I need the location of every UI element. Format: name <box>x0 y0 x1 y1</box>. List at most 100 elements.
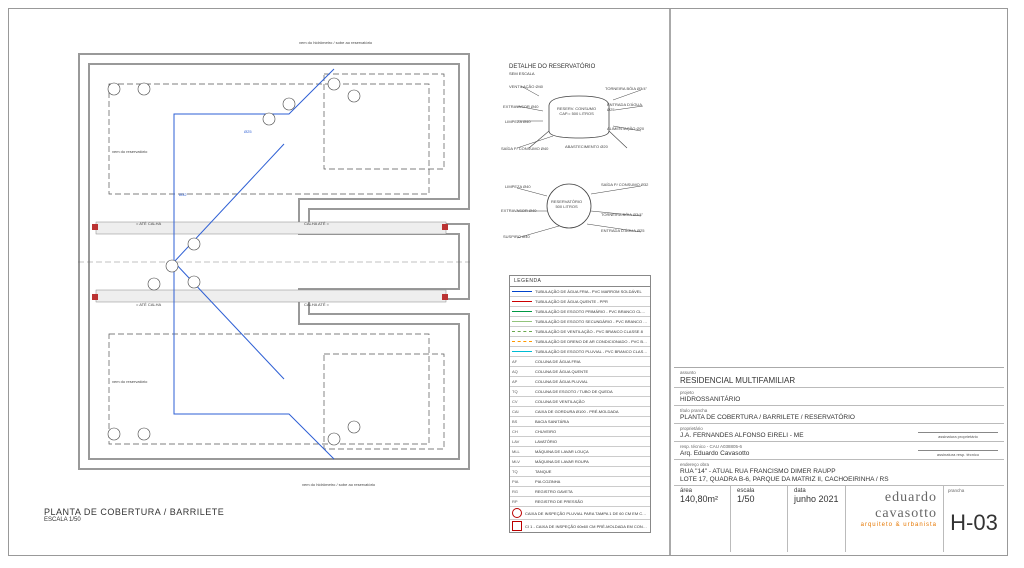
legend-row: LAVLAVATÓRIO <box>510 437 650 447</box>
legend-row: AFCOLUNA DE ÁGUA FRIA <box>510 357 650 367</box>
legend-row: AQCOLUNA DE ÁGUA QUENTE <box>510 367 650 377</box>
brand-tag: arquiteto & urbanista <box>852 522 937 528</box>
legend-label: COLUNA DE ESGOTO / TUBO DE QUEDA <box>535 389 648 394</box>
brand-block: eduardo cavasotto arquiteto & urbanista <box>846 486 943 552</box>
detail-title: DETALHE DO RESERVATÓRIO <box>509 64 649 70</box>
legend-swatch <box>512 331 532 332</box>
legend-label: COLUNA DE ÁGUA QUENTE <box>535 369 648 374</box>
legend-swatch <box>512 291 532 292</box>
lbl-vent: VENTILAÇÃO Ø40 <box>509 84 543 89</box>
sheet-number: H-03 <box>944 493 1004 552</box>
legend-swatch: AF <box>512 359 532 364</box>
legend-swatch: CV <box>512 399 532 404</box>
legend-row: TUBULAÇÃO DE ÁGUA QUENTE - PPR <box>510 297 650 307</box>
roof-plan-drawing: vem do hidrômetro / sobe ao reservatório… <box>44 34 494 494</box>
assunto-v: RESIDENCIAL MULTIFAMILIAR <box>680 376 998 385</box>
legend-swatch: AP <box>512 379 532 384</box>
leader-top: vem do hidrômetro / sobe ao reservatório <box>299 40 372 45</box>
leader-resv-1: vem do reservatório <box>112 149 147 154</box>
legend-swatch: TQ <box>512 469 532 474</box>
data-v: junho 2021 <box>794 494 839 504</box>
legend-swatch: BS <box>512 419 532 424</box>
legend-label: MÁQUINA DE LAVAR LOUÇA <box>535 449 648 454</box>
legend-label: CHUVEIRO <box>535 429 648 434</box>
legend-swatch <box>512 521 522 531</box>
legend-row: CI 1 - CAIXA DE INSPEÇÃO 60x60 CM PRÉ-MO… <box>510 520 650 532</box>
legend-label: TUBULAÇÃO DE VENTILAÇÃO - PVC BRANCO CLA… <box>535 329 648 334</box>
legend-label: BACIA SANITÁRIA <box>535 419 648 424</box>
assunto-k: assunto <box>680 370 998 375</box>
prop-v: J.A. FERNANDES ALFONSO EIRELI - ME <box>680 432 804 439</box>
legend-swatch: CH <box>512 429 532 434</box>
escala-v: 1/50 <box>737 494 781 504</box>
legend-row: TUBULAÇÃO DE DRENO DE AR CONDICIONADO - … <box>510 337 650 347</box>
lbl-limpeza2: LIMPEZA Ø40 <box>505 184 531 189</box>
legend-row: TQTANQUE <box>510 467 650 477</box>
prancha-v: PLANTA DE COBERTURA / BARRILETE / RESERV… <box>680 414 998 421</box>
lbl-aliment: ALIMENTAÇÃO Ø20 <box>607 126 644 131</box>
end-k: endereço obra <box>680 462 998 467</box>
legend-label: TUBULAÇÃO DE ESGOTO SECUNDÁRIO - PVC BRA… <box>535 319 648 324</box>
legend-row: RGREGISTRO GAVETA <box>510 487 650 497</box>
legend-label: TUBULAÇÃO DE ESGOTO PLUVIAL - PVC BRANCO… <box>535 349 648 354</box>
title-block: assunto RESIDENCIAL MULTIFAMILIAR projet… <box>674 367 1004 552</box>
legend-label: COLUNA DE ÁGUA FRIA <box>535 359 648 364</box>
drawing-sheet: vem do hidrômetro / sobe ao reservatório… <box>8 8 1008 556</box>
legend-swatch: TQ <box>512 389 532 394</box>
legend-row: TQCOLUNA DE ESGOTO / TUBO DE QUEDA <box>510 387 650 397</box>
legend-swatch <box>512 341 532 342</box>
resp-k: resp. técnico - CAU A038805-6 <box>680 444 749 449</box>
legend-row: APCOLUNA DE ÁGUA PLUVIAL <box>510 377 650 387</box>
sig-prop: assinatura proprietário <box>918 432 998 439</box>
legend-swatch <box>512 351 532 352</box>
legend-label: TUBULAÇÃO DE DRENO DE AR CONDICIONADO - … <box>535 339 648 344</box>
legend-row: CAIXA DE INSPEÇÃO PLUVIAL PARA TAMPA 1 D… <box>510 507 650 520</box>
legend-swatch <box>512 321 532 322</box>
resv-top-name: RESERV. CONSUMOCAP.= 500 LITROS <box>557 106 596 116</box>
legend-label: TUBULAÇÃO DE ESGOTO PRIMÁRIO - PVC BRANC… <box>535 309 648 314</box>
legend-swatch <box>512 508 522 518</box>
legend-row: BSBACIA SANITÁRIA <box>510 417 650 427</box>
projeto-v: HIDROSSANITÁRIO <box>680 396 998 403</box>
legend-label: COLUNA DE ÁGUA PLUVIAL <box>535 379 648 384</box>
plan-title: PLANTA DE COBERTURA / BARRILETE <box>44 507 224 517</box>
legend-row: CHCHUVEIRO <box>510 427 650 437</box>
legend-label: CAIXA DE GORDURA Ø100 - PRÉ-MOLDADA <box>535 409 648 414</box>
legend-label: CI 1 - CAIXA DE INSPEÇÃO 60x60 CM PRÉ-MO… <box>525 524 648 529</box>
lbl-entrada: ENTRADA D'ÁGUA Ø25 <box>607 102 649 112</box>
legend-swatch: MLV <box>512 459 532 464</box>
plan-caption: PLANTA DE COBERTURA / BARRILETE ESCALA 1… <box>44 507 224 523</box>
plan-svg <box>44 34 494 494</box>
legend-label: CAIXA DE INSPEÇÃO PLUVIAL PARA TAMPA 1 D… <box>525 511 648 516</box>
lbl-torneira2: TORNEIRA BÓIA Ø3/4" <box>601 212 643 217</box>
legend-label: PIA COZINHA <box>535 479 648 484</box>
legend-row: PIAPIA COZINHA <box>510 477 650 487</box>
legend-row: MLVMÁQUINA DE LAVAR ROUPA <box>510 457 650 467</box>
reservoir-detail: DETALHE DO RESERVATÓRIO SEM ESCALA VE <box>509 64 649 254</box>
legend-box: LEGENDA TUBULAÇÃO DE ÁGUA FRIA - PVC MAR… <box>509 275 651 533</box>
lbl-saida2: SAÍDA P/ CONSUMO Ø32 <box>601 182 648 187</box>
projeto-k: projeto <box>680 390 998 395</box>
legend-swatch: AQ <box>512 369 532 374</box>
legend-row: TUBULAÇÃO DE VENTILAÇÃO - PVC BRANCO CLA… <box>510 327 650 337</box>
legend-swatch: LAV <box>512 439 532 444</box>
gutter-left-2: = ATÉ CALHA <box>136 302 161 307</box>
area-v: 140,80m² <box>680 494 724 504</box>
lbl-extra2: EXTRAVASOR Ø40 <box>501 208 536 213</box>
legend-label: LAVATÓRIO <box>535 439 648 444</box>
legend-swatch <box>512 311 532 312</box>
legend-swatch: RP <box>512 499 532 504</box>
end-l1: RUA "14" - ATUAL RUA FRANCISMO DIMER RAU… <box>680 468 998 475</box>
pipe-tag-2: Ø32 <box>179 192 187 197</box>
legend-swatch: MLL <box>512 449 532 454</box>
resv-circle-name: RESERVATÓRIO500 LITROS <box>551 199 582 209</box>
legend-swatch: RG <box>512 489 532 494</box>
legend-swatch: PIA <box>512 479 532 484</box>
legend-title: LEGENDA <box>510 276 650 287</box>
legend-label: TUBULAÇÃO DE ÁGUA QUENTE - PPR <box>535 299 648 304</box>
plan-scale: ESCALA 1/50 <box>44 517 224 523</box>
resp-v: Arq. Eduardo Cavasotto <box>680 450 749 457</box>
brand-name: eduardo cavasotto <box>852 490 937 522</box>
lbl-torneira: TORNEIRA BÓIA Ø3/4" <box>605 86 647 91</box>
pipe-tag-1: Ø25 <box>244 129 252 134</box>
